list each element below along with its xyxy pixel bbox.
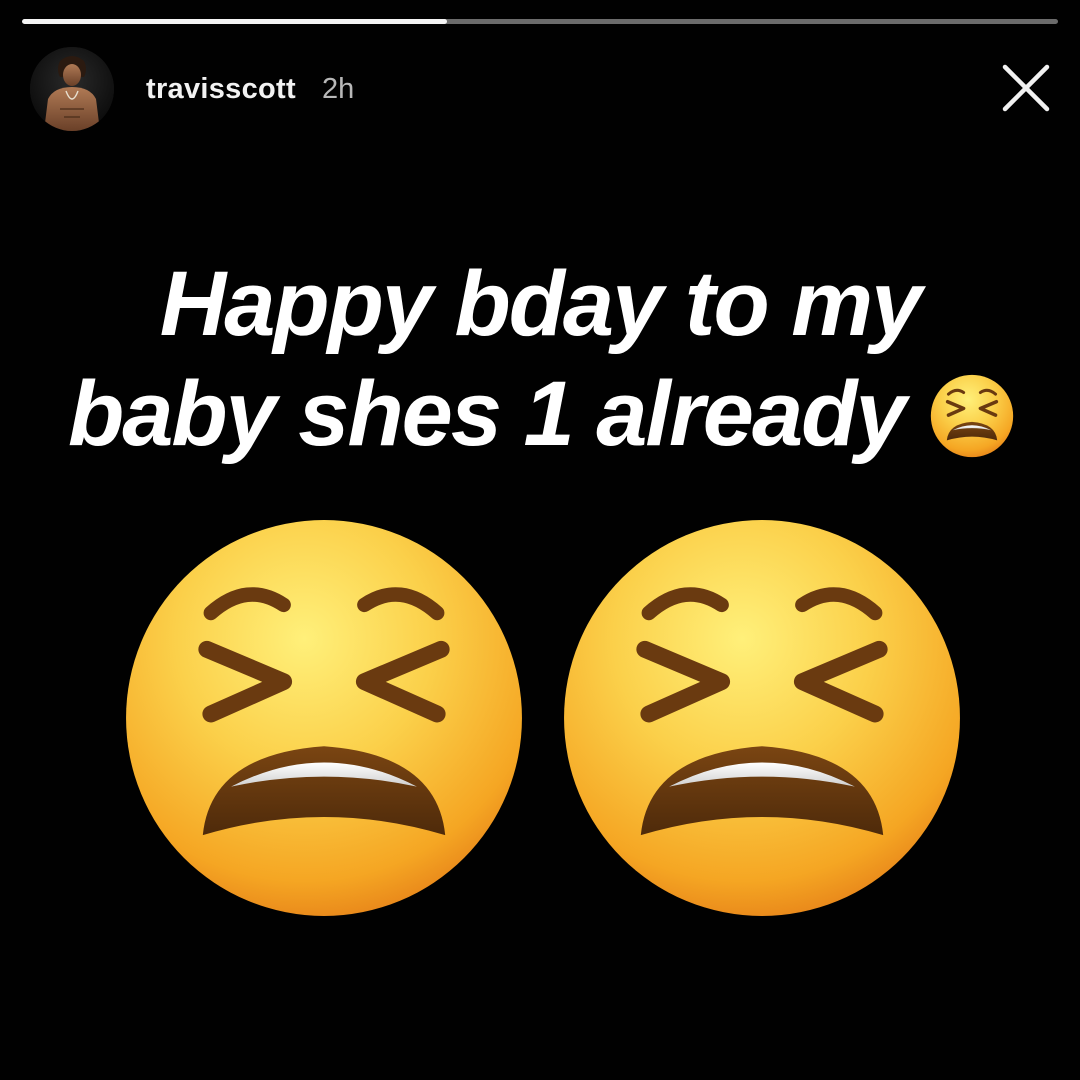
- close-button[interactable]: [1000, 62, 1052, 114]
- story-progress-bar: [22, 19, 1058, 24]
- avatar[interactable]: [30, 47, 114, 131]
- story-header: travisscott 2h: [30, 46, 354, 132]
- story-viewer[interactable]: travisscott 2h Happy bday to my baby she…: [0, 0, 1080, 1080]
- caption-line-1: Happy bday to my: [159, 253, 922, 355]
- username[interactable]: travisscott: [146, 73, 296, 106]
- tired-face-emoji-icon: [930, 374, 1014, 458]
- post-timestamp: 2h: [321, 72, 355, 105]
- caption-line-2: baby shes 1 already: [68, 363, 906, 465]
- tired-face-emoji-icon: [560, 516, 964, 920]
- close-icon: [1002, 64, 1050, 112]
- tired-face-emoji-icon: [122, 516, 526, 920]
- story-progress-fill: [22, 19, 447, 24]
